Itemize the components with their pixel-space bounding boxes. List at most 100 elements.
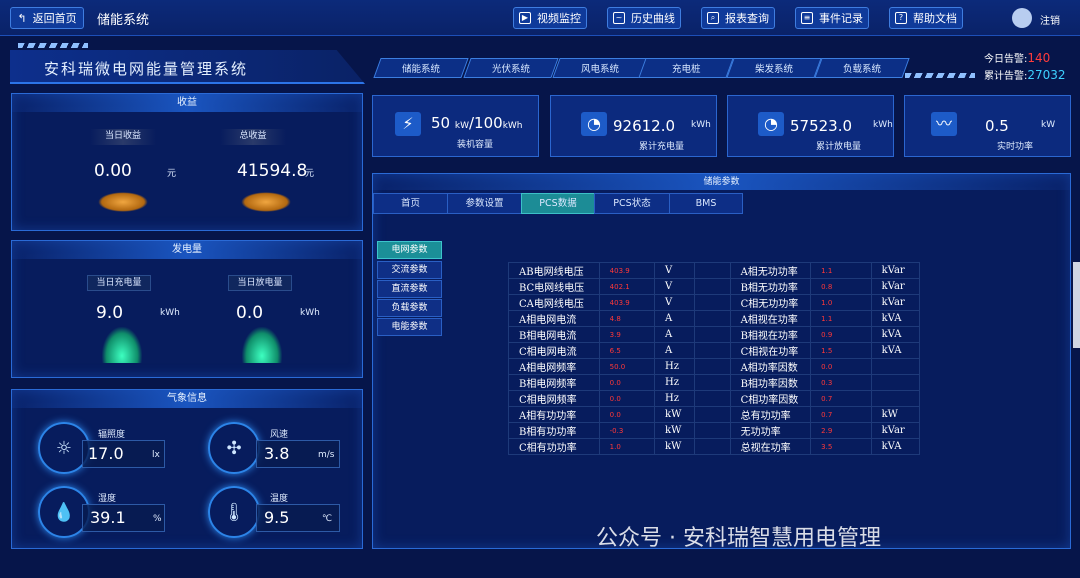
capacity-card: ⚡ 50 kW/100kWh 装机容量 — [372, 95, 539, 157]
table-cell: Hz — [654, 374, 696, 391]
table-row: B相电网频率 0.0 Hz B相功率因数 0.3 — [508, 374, 921, 391]
discharge-label: 当日放电量 — [228, 275, 292, 291]
table-cell: BC电网线电压 — [508, 278, 600, 295]
history-curve-button[interactable]: ~ 历史曲线 — [607, 7, 681, 29]
back-arrow-icon: ↰ — [17, 11, 27, 25]
table-cell: B相有功功率 — [508, 422, 600, 439]
table-cell: 0.0 — [810, 358, 872, 375]
table-cell-empty — [694, 374, 731, 391]
tab-bms[interactable]: BMS — [669, 193, 743, 214]
total-discharge-value: 57523.0 — [790, 117, 853, 135]
watermark-text: 公众号 · 安科瑞智慧用电管理 — [596, 526, 881, 551]
table-cell: kVar — [870, 422, 921, 439]
table-cell-empty — [694, 262, 731, 279]
discharge-value: 0.0 — [236, 303, 264, 323]
table-cell: 4.8 — [598, 310, 656, 327]
video-monitor-button[interactable]: ▶ 视频监控 — [513, 7, 587, 29]
logout-link[interactable]: 注销 — [1040, 12, 1060, 27]
table-cell: 3.5 — [810, 438, 872, 455]
weather-panel-title: 气象信息 — [12, 390, 362, 408]
tab-home[interactable]: 首页 — [373, 193, 448, 214]
table-row: CA电网线电压 403.9 V C相无功功率 1.0 kVar — [508, 294, 921, 311]
search-icon: ⌕ — [707, 12, 719, 24]
total-charge-value: 92612.0 — [613, 117, 676, 135]
table-cell-empty — [694, 390, 731, 407]
menu-ac-params[interactable]: 交流参数 — [377, 261, 442, 279]
table-cell: 总视在功率 — [729, 438, 812, 455]
tab-storage[interactable]: 储能系统 — [373, 58, 469, 78]
total-charge-label: 累计充电量 — [639, 142, 685, 152]
table-cell: 0.7 — [810, 406, 872, 423]
table-cell: C相功率因数 — [729, 390, 812, 407]
table-cell: A相视在功率 — [729, 310, 812, 327]
tab-charging-pile[interactable]: 充电桩 — [638, 58, 734, 78]
tab-pcs-status[interactable]: PCS状态 — [594, 193, 670, 214]
table-cell: kVA — [870, 438, 921, 455]
menu-energy-params[interactable]: 电能参数 — [377, 318, 442, 336]
table-row: C相有功功率 1.0 kW 总视在功率 3.5 kVA — [508, 438, 921, 455]
table-cell-empty — [694, 358, 731, 375]
table-cell: kW — [654, 438, 696, 455]
table-cell: 1.1 — [810, 262, 872, 279]
table-cell: kW — [654, 422, 696, 439]
charge-unit: kWh — [160, 308, 180, 318]
menu-grid-params[interactable]: 电网参数 — [377, 241, 442, 259]
table-cell: 403.9 — [598, 262, 656, 279]
table-cell: C相电网电流 — [508, 342, 600, 359]
top-bar: ↰ 返回首页 储能系统 ▶ 视频监控 ~ 历史曲线 ⌕ 报表查询 ≡ 事件记录 ? 帮助文档… — [0, 0, 1080, 36]
avatar[interactable] — [1012, 8, 1032, 28]
table-cell: 2.9 — [810, 422, 872, 439]
tab-wind[interactable]: 风电系统 — [552, 58, 648, 78]
wind-speed-unit: m/s — [318, 450, 335, 460]
tab-pv[interactable]: 光伏系统 — [463, 58, 559, 78]
table-row: A相有功功率 0.0 kW 总有功功率 0.7 kW — [508, 406, 921, 423]
total-discharge-card: ◔ 57523.0 kWh 累计放电量 — [727, 95, 894, 157]
today-income-value: 0.00 — [94, 161, 132, 181]
wind-speed-label: 风速 — [270, 430, 289, 440]
table-cell: 无功功率 — [729, 422, 812, 439]
menu-load-params[interactable]: 负载参数 — [377, 299, 442, 317]
table-cell: C相视在功率 — [729, 342, 812, 359]
table-cell: 0.7 — [810, 390, 872, 407]
income-panel: 收益 当日收益 总收益 0.00 元 41594.8 元 — [11, 93, 363, 231]
event-log-button[interactable]: ≡ 事件记录 — [795, 7, 869, 29]
table-cell: 1.0 — [810, 294, 872, 311]
help-doc-button[interactable]: ? 帮助文档 — [889, 7, 963, 29]
menu-dc-params[interactable]: 直流参数 — [377, 280, 442, 298]
battery-icon — [102, 327, 142, 363]
temperature-label: 温度 — [270, 494, 289, 504]
tab-diesel[interactable]: 柴发系统 — [726, 58, 822, 78]
total-alarm: 累计告警:27032 — [984, 68, 1066, 82]
table-cell: kW — [654, 406, 696, 423]
pcs-data-table: AB电网线电压 403.9 V A相无功功率 1.1 kVar BC电网线电压 402.1 V B… — [508, 262, 921, 455]
table-row: A相电网电流 4.8 A A相视在功率 1.1 kVA — [508, 310, 921, 327]
system-title: 安科瑞微电网能量管理系统 — [10, 50, 365, 84]
temperature-value: 9.5 — [264, 508, 290, 527]
table-cell — [870, 374, 921, 391]
table-cell: 总有功功率 — [729, 406, 812, 423]
table-cell: 1.1 — [810, 310, 872, 327]
tab-load[interactable]: 负载系统 — [814, 58, 910, 78]
table-cell: 6.5 — [598, 342, 656, 359]
table-row: A相电网频率 50.0 Hz A相功率因数 0.0 — [508, 358, 921, 375]
tab-pcs-data[interactable]: PCS数据 — [521, 193, 595, 214]
total-charge-card: ◔ 92612.0 kWh 累计充电量 — [550, 95, 717, 157]
back-home-button[interactable]: ↰ 返回首页 — [10, 7, 84, 29]
today-alarm: 今日告警:140 — [984, 51, 1051, 65]
tab-param-settings[interactable]: 参数设置 — [447, 193, 522, 214]
table-cell-empty — [694, 310, 731, 327]
energy-panel-title: 发电量 — [12, 241, 362, 259]
total-income-unit: 元 — [305, 169, 315, 179]
table-cell-empty — [694, 438, 731, 455]
pulse-icon: 〰 — [931, 112, 957, 136]
realtime-power-unit: kW — [1041, 120, 1056, 130]
table-cell: 402.1 — [598, 278, 656, 295]
table-cell: 0.8 — [810, 278, 872, 295]
report-query-button[interactable]: ⌕ 报表查询 — [701, 7, 775, 29]
scrollbar[interactable] — [1073, 262, 1080, 348]
table-cell: kVar — [870, 262, 921, 279]
table-cell: A — [654, 310, 696, 327]
irradiance-value: 17.0 — [88, 444, 124, 463]
table-cell: Hz — [654, 390, 696, 407]
table-cell: V — [654, 278, 696, 295]
